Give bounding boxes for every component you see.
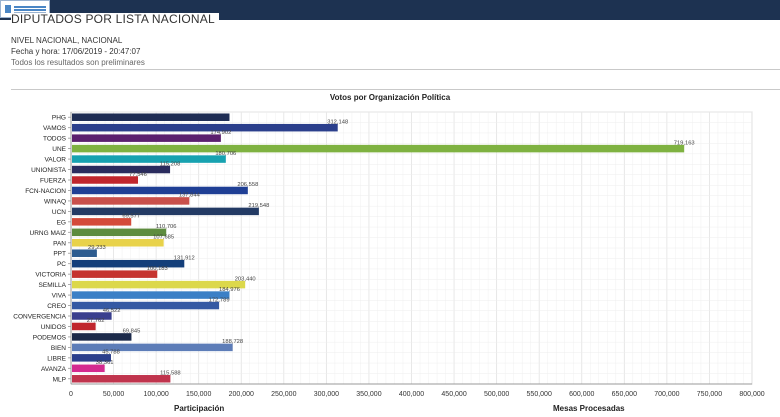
- x-tick-label: 700,000: [654, 391, 679, 398]
- x-tick-label: 200,000: [229, 391, 254, 398]
- x-tick-label: 600,000: [569, 391, 594, 398]
- category-label: WINAQ: [44, 198, 66, 205]
- category-label: PC: [57, 261, 66, 268]
- category-label: VICTORIA: [35, 272, 66, 279]
- category-label: BIEN: [51, 345, 66, 352]
- bar: [72, 155, 226, 163]
- category-label: PPT: [53, 251, 66, 258]
- category-label: URNG MAIZ: [30, 230, 67, 237]
- data-label: 131,912: [174, 255, 195, 261]
- bar: [72, 207, 259, 216]
- x-tick-label: 0: [69, 391, 73, 398]
- category-label: UCN: [52, 209, 66, 216]
- category-label: UNIDOS: [41, 324, 67, 331]
- data-label: 719,163: [674, 140, 695, 146]
- data-label: 188,728: [222, 339, 243, 345]
- data-label: 180,706: [215, 151, 236, 157]
- x-tick-label: 100,000: [143, 391, 168, 398]
- category-label: AVANZA: [41, 366, 67, 373]
- x-tick-label: 400,000: [399, 391, 424, 398]
- data-label: 107,685: [153, 235, 174, 241]
- x-tick-label: 750,000: [697, 391, 722, 398]
- category-label: FUERZA: [40, 178, 67, 185]
- bar: [72, 197, 190, 205]
- category-label: LIBRE: [47, 355, 66, 362]
- x-tick-label: 450,000: [441, 391, 466, 398]
- category-label: TODOS: [43, 136, 67, 143]
- data-label: 29,233: [88, 245, 106, 251]
- data-label: 206,558: [237, 182, 258, 188]
- votes-bar-chart: 0 50,000 100,000 150,000 200,000 250,000 300,0…: [13, 111, 765, 398]
- x-tick-label: 350,000: [356, 391, 381, 398]
- x-tick-label: 150,000: [186, 391, 211, 398]
- bar: [72, 144, 685, 153]
- data-label: 172,789: [209, 297, 230, 303]
- bar: [72, 291, 230, 299]
- data-label: 110,706: [156, 224, 177, 230]
- data-label: 137,844: [179, 193, 201, 199]
- data-label: 203,440: [235, 276, 256, 282]
- data-label: 100,183: [147, 266, 168, 272]
- category-label: VAMOS: [43, 125, 67, 132]
- category-label: PAN: [53, 240, 66, 247]
- bar: [72, 123, 338, 132]
- data-label: 219,548: [248, 203, 269, 209]
- category-label: CONVERGENCIA: [13, 314, 66, 321]
- category-label: PHG: [52, 115, 66, 122]
- data-label: 69,845: [123, 329, 141, 335]
- data-label: 115,588: [160, 371, 181, 377]
- bar: [72, 186, 248, 195]
- bar: [72, 301, 220, 310]
- data-label: 45,788: [102, 350, 120, 356]
- category-label: MLP: [53, 376, 66, 383]
- bar: [72, 165, 171, 174]
- bar: [72, 270, 158, 278]
- data-label: 312,148: [327, 119, 348, 125]
- data-label: 46,522: [103, 308, 121, 314]
- participation-label[interactable]: Participación: [174, 404, 224, 413]
- bar: [72, 375, 171, 383]
- x-tick-label: 650,000: [612, 391, 637, 398]
- data-label: 69,577: [122, 214, 140, 220]
- data-label: 115,208: [160, 161, 181, 167]
- data-label: 174,902: [210, 130, 231, 136]
- category-label: PODEMOS: [33, 334, 67, 341]
- x-tick-label: 500,000: [484, 391, 509, 398]
- category-label: VALOR: [44, 157, 66, 164]
- bar: [72, 228, 167, 237]
- bar: [72, 176, 139, 184]
- category-label: SEMILLA: [39, 282, 67, 289]
- x-tick-label: 800,000: [739, 391, 764, 398]
- data-label: 38,361: [96, 360, 114, 366]
- x-tick-label: 300,000: [314, 391, 339, 398]
- category-label: CREO: [47, 303, 66, 310]
- bar: [72, 134, 221, 142]
- data-label: 77,546: [129, 172, 147, 178]
- data-label: 27,762: [87, 318, 105, 324]
- x-tick-label: 50,000: [103, 391, 125, 398]
- category-label: FCN-NACION: [25, 188, 66, 195]
- data-label: 184,976: [219, 287, 240, 293]
- x-tick-label: 250,000: [271, 391, 296, 398]
- processed-tables-label[interactable]: Mesas Procesadas: [553, 404, 625, 413]
- category-label: UNIONISTA: [31, 167, 67, 174]
- category-label: UNE: [52, 146, 66, 153]
- category-label: VIVA: [52, 293, 67, 300]
- category-label: EG: [57, 219, 66, 226]
- bar: [72, 343, 233, 352]
- bar: [72, 113, 230, 121]
- bar: [72, 239, 164, 247]
- x-tick-label: 550,000: [527, 391, 552, 398]
